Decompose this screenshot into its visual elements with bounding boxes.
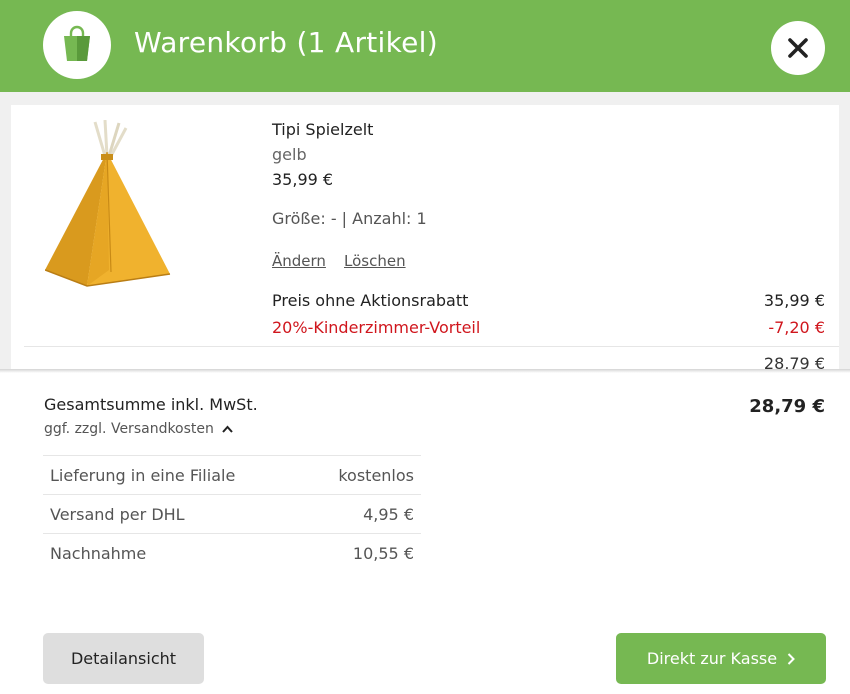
shipping-option-label: Nachnahme: [50, 544, 147, 563]
detail-view-button[interactable]: Detailansicht: [43, 633, 204, 684]
divider: [24, 346, 839, 347]
shipping-option-label: Lieferung in eine Filiale: [50, 466, 236, 485]
bag-badge: [43, 11, 111, 79]
shipping-option-price: 10,55 €: [352, 544, 414, 563]
cart-header: Warenkorb (1 Artikel): [0, 0, 850, 92]
shopping-bag-icon: [64, 25, 90, 61]
cart-item: Tipi Spielzelt gelb 35,99 € Größe: - | A…: [11, 105, 839, 370]
product-name[interactable]: Tipi Spielzelt: [272, 120, 373, 139]
change-item-link[interactable]: Ändern: [272, 252, 326, 270]
close-button[interactable]: [771, 21, 825, 75]
shipping-costs-table: Lieferung in eine Filiale kostenlos Vers…: [43, 455, 421, 572]
product-color: gelb: [272, 145, 307, 164]
promo-value: -7,20 €: [768, 318, 825, 337]
chevron-right-icon: [787, 652, 796, 665]
detail-view-label: Detailansicht: [70, 649, 177, 668]
checkout-button[interactable]: Direkt zur Kasse: [616, 633, 826, 684]
delete-item-link[interactable]: Löschen: [344, 252, 406, 270]
product-size-quantity: Größe: - | Anzahl: 1: [272, 209, 427, 228]
total-value: 28,79 €: [749, 396, 825, 417]
pre-discount-label: Preis ohne Aktionsrabatt: [272, 291, 469, 310]
shipping-option-price: kostenlos: [338, 466, 414, 485]
total-label: Gesamtsumme inkl. MwSt.: [44, 395, 258, 414]
summary-shadow: [0, 369, 850, 373]
product-image[interactable]: [45, 120, 175, 290]
chevron-up-icon: [222, 425, 233, 433]
pre-discount-value: 35,99 €: [763, 291, 825, 310]
shipping-row: Versand per DHL 4,95 €: [43, 494, 421, 533]
shipping-option-label: Versand per DHL: [50, 505, 185, 524]
shipping-costs-toggle[interactable]: ggf. zzgl. Versandkosten: [44, 421, 233, 437]
checkout-label: Direkt zur Kasse: [646, 649, 778, 668]
shipping-costs-label: ggf. zzgl. Versandkosten: [44, 421, 214, 437]
product-price: 35,99 €: [272, 170, 334, 189]
shipping-row: Lieferung in eine Filiale kostenlos: [43, 455, 421, 494]
close-icon: [788, 38, 808, 58]
shipping-row: Nachnahme 10,55 €: [43, 533, 421, 572]
shipping-option-price: 4,95 €: [363, 505, 414, 524]
page-title: Warenkorb (1 Artikel): [134, 26, 438, 59]
promo-label: 20%-Kinderzimmer-Vorteil: [272, 318, 481, 337]
item-subtotal: 28,79 €: [763, 354, 825, 370]
